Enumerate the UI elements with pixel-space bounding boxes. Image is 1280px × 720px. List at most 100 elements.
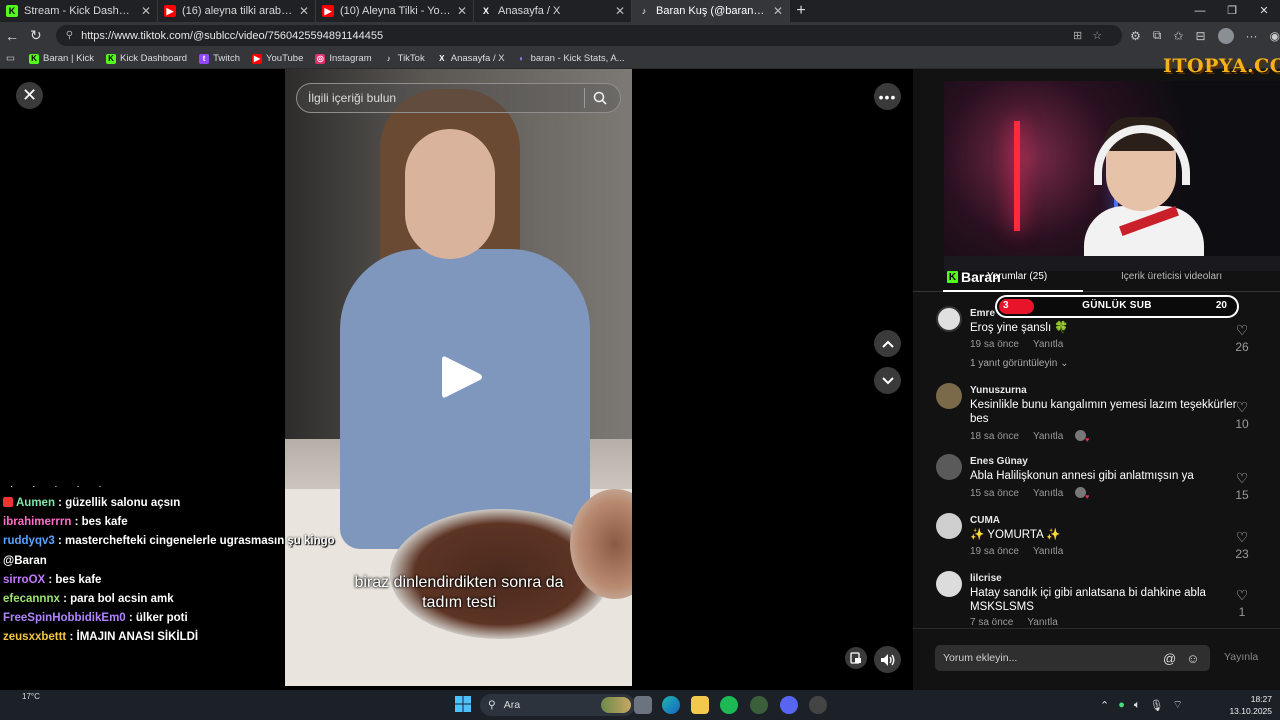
- favorite-icon[interactable]: ⊞☆: [1073, 29, 1112, 42]
- chat-text: : güzellik salonu açsın: [54, 497, 181, 509]
- comment-username[interactable]: lilcrise: [970, 573, 1002, 584]
- speaker-icon[interactable]: 🔈︎: [1134, 699, 1141, 712]
- like-count: 26: [1235, 340, 1249, 354]
- comment-username[interactable]: Emre: [970, 308, 995, 319]
- comment-username[interactable]: Enes Günay: [970, 456, 1028, 467]
- bookmark-label: Twitch: [213, 53, 241, 64]
- status-dot-icon[interactable]: ●: [1118, 699, 1125, 711]
- like-button[interactable]: ♡ 1: [1229, 587, 1255, 619]
- menu-icon[interactable]: ···: [1246, 29, 1258, 43]
- avatar[interactable]: [936, 513, 962, 539]
- bookmark-x[interactable]: X Anasayfa / X: [437, 53, 505, 64]
- search-icon[interactable]: [585, 91, 615, 105]
- sub-goal-bar: 3 GÜNLÜK SUB 20: [995, 295, 1239, 318]
- back-icon[interactable]: ←: [0, 28, 24, 44]
- comment-time: 19 sa önce: [970, 546, 1019, 557]
- previous-video-button[interactable]: [874, 330, 901, 357]
- close-tab-icon[interactable]: ✕: [773, 4, 783, 18]
- close-tab-icon[interactable]: ✕: [141, 4, 151, 18]
- tab-4[interactable]: ♪ Baran Kuş (@barankusss) | TikTok ✕: [632, 0, 790, 22]
- close-tab-icon[interactable]: ✕: [615, 4, 625, 18]
- bookmark-youtube[interactable]: ▶ YouTube: [252, 53, 303, 64]
- comment-input[interactable]: [943, 652, 1153, 664]
- reply-button[interactable]: Yanıtla: [1033, 546, 1063, 557]
- app-icon[interactable]: [809, 696, 827, 714]
- play-icon[interactable]: [440, 354, 484, 400]
- heart-icon: ♡: [1235, 529, 1249, 545]
- reload-icon[interactable]: ↻: [24, 27, 48, 44]
- bookmark-tiktok[interactable]: ♪ TikTok: [384, 53, 425, 64]
- copilot-icon[interactable]: ◉: [1270, 29, 1280, 43]
- mention-icon[interactable]: @: [1163, 651, 1176, 666]
- discord-icon[interactable]: [780, 696, 798, 714]
- close-tab-icon[interactable]: ✕: [457, 4, 467, 18]
- comment-meta: 15 sa önce Yanıtla: [970, 487, 1089, 501]
- like-button[interactable]: ♡ 10: [1229, 399, 1255, 431]
- tab-3[interactable]: X Anasayfa / X ✕: [474, 0, 632, 22]
- weather-widget[interactable]: 17°C: [22, 692, 40, 701]
- like-button[interactable]: ♡ 23: [1229, 529, 1255, 561]
- avatar[interactable]: [936, 571, 962, 597]
- collections-icon[interactable]: ⊟: [1195, 29, 1205, 43]
- heart-icon: ♡: [1235, 587, 1249, 603]
- close-window-icon[interactable]: ✕: [1248, 0, 1280, 22]
- tab-creator-videos[interactable]: İçerik üreticisi videoları: [1121, 271, 1222, 282]
- profile-avatar[interactable]: [1217, 27, 1234, 44]
- spotify-icon[interactable]: [720, 696, 738, 714]
- bookmark-instagram[interactable]: ◎ Instagram: [315, 53, 372, 64]
- favorites-icon[interactable]: ✩: [1173, 29, 1183, 43]
- comment-input-box[interactable]: @ ☺: [935, 645, 1210, 671]
- split-screen-icon[interactable]: ⧉: [1153, 28, 1162, 43]
- reply-button[interactable]: Yanıtla: [1033, 431, 1063, 442]
- windows-start-icon[interactable]: [455, 696, 471, 712]
- emoji-icon[interactable]: ☺: [1186, 651, 1199, 666]
- bookmarks-menu-icon[interactable]: ▭: [6, 53, 15, 64]
- tab-2[interactable]: ▶ (10) Aleyna Tilki - Yok bir sitemim ✕: [316, 0, 474, 22]
- taskbar-search[interactable]: ⚲ Ara: [480, 694, 635, 716]
- reply-button[interactable]: Yanıtla: [1033, 339, 1063, 350]
- bookmark-label: TikTok: [397, 53, 425, 64]
- network-icon[interactable]: ⌔: [1172, 698, 1182, 712]
- bookmark-kick-dashboard[interactable]: K Kick Dashboard: [106, 53, 187, 64]
- bookmark-twitch[interactable]: t Twitch: [199, 53, 240, 64]
- related-content-search[interactable]: [296, 83, 621, 113]
- chevron-up-icon[interactable]: ⌃: [1100, 699, 1109, 712]
- taskbar-clock[interactable]: 18:27 13.10.2025: [1226, 693, 1272, 717]
- like-count: 23: [1235, 547, 1249, 561]
- bookmark-baran-kick[interactable]: K Baran | Kick: [28, 53, 94, 64]
- comment-username[interactable]: CUMA: [970, 515, 1000, 526]
- comment-username[interactable]: Yunuszurna: [970, 385, 1027, 396]
- minimize-icon[interactable]: —: [1184, 0, 1216, 22]
- address-bar[interactable]: ⚲ https://www.tiktok.com/@sublcc/video/7…: [55, 25, 1123, 46]
- microphone-icon[interactable]: 🎙︎: [1149, 699, 1163, 712]
- extension-icon[interactable]: ⚙: [1130, 29, 1141, 43]
- more-options-button[interactable]: •••: [874, 83, 901, 110]
- bookmark-kick-stats[interactable]: ◐ baran - Kick Stats, A...: [517, 53, 624, 64]
- maximize-icon[interactable]: ❐: [1216, 0, 1248, 22]
- avatar[interactable]: [936, 306, 962, 332]
- close-video-button[interactable]: ✕: [16, 82, 43, 109]
- file-explorer-icon[interactable]: [691, 696, 709, 714]
- tab-1[interactable]: ▶ (16) aleyna tilki arabesk - YouTube ✕: [158, 0, 316, 22]
- close-tab-icon[interactable]: ✕: [299, 4, 309, 18]
- view-replies-button[interactable]: 1 yanıt görüntüleyin ⌄: [970, 358, 1068, 369]
- reply-button[interactable]: Yanıtla: [1027, 617, 1057, 628]
- site-info-icon[interactable]: ⚲: [66, 30, 73, 41]
- new-tab-button[interactable]: +: [790, 0, 812, 22]
- search-input[interactable]: [308, 91, 578, 105]
- volume-button[interactable]: [874, 646, 901, 673]
- task-view-icon[interactable]: [634, 696, 652, 714]
- edge-icon[interactable]: [662, 696, 680, 714]
- like-button[interactable]: ♡ 26: [1229, 322, 1255, 354]
- creator-liked-icon: [1075, 430, 1089, 444]
- avatar[interactable]: [936, 454, 962, 480]
- app-icon[interactable]: [750, 696, 768, 714]
- avatar[interactable]: [936, 383, 962, 409]
- next-video-button[interactable]: [874, 367, 901, 394]
- like-button[interactable]: ♡ 15: [1229, 470, 1255, 502]
- comment-text: Eroş yine şanslı 🍀: [970, 322, 1069, 334]
- reply-button[interactable]: Yanıtla: [1033, 488, 1063, 499]
- post-button[interactable]: Yayınla: [1224, 651, 1258, 663]
- picture-in-picture-button[interactable]: [845, 647, 867, 669]
- tab-0[interactable]: K Stream - Kick Dashboard ✕: [0, 0, 158, 22]
